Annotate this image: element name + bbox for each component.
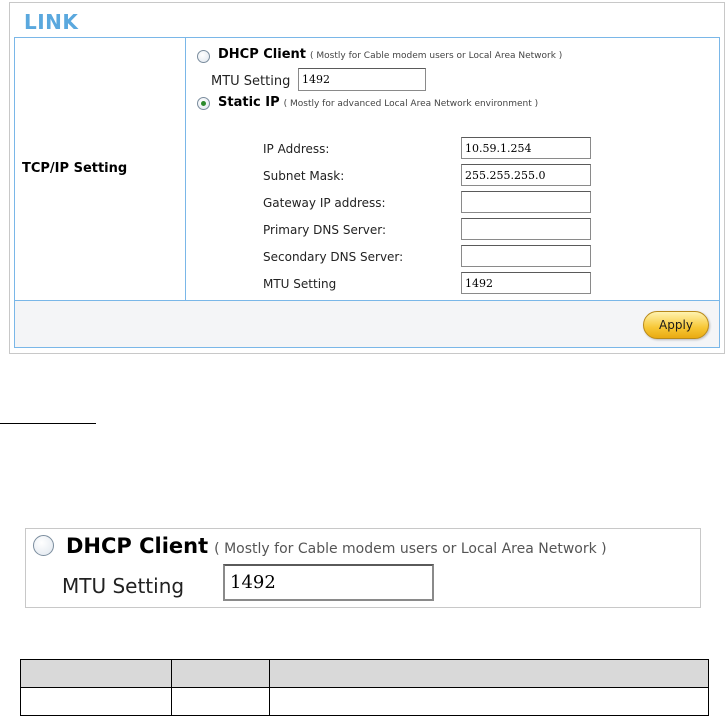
subnet-mask-label: Subnet Mask: (263, 169, 345, 183)
subnet-mask-input[interactable] (461, 164, 591, 186)
tcpip-settings-table: TCP/IP Setting DHCP Client( Mostly for C… (14, 37, 720, 348)
table-header-row (20, 659, 709, 688)
section-label-cell: TCP/IP Setting (15, 38, 186, 300)
zoom-dhcp-note: ( Mostly for Cable modem users or Local … (214, 541, 607, 557)
dhcp-note: ( Mostly for Cable modem users or Local … (310, 51, 563, 61)
static-ip-option-label[interactable]: Static IP( Mostly for advanced Local Are… (218, 95, 538, 110)
table-header-cell (20, 659, 172, 688)
dhcp-mtu-input[interactable] (298, 68, 426, 91)
dhcp-radio-icon[interactable] (197, 50, 210, 63)
table-cell (20, 687, 172, 716)
table-row (20, 687, 709, 716)
gateway-ip-label: Gateway IP address: (263, 196, 386, 210)
zoom-dhcp-radio-icon[interactable] (33, 535, 54, 556)
section-label: TCP/IP Setting (22, 161, 128, 176)
zoom-dhcp-option-label[interactable]: DHCP Client ( Mostly for Cable modem user… (66, 534, 607, 558)
table-cell (269, 687, 709, 716)
page-title: LINK (24, 10, 79, 34)
static-ip-radio-icon[interactable] (197, 97, 210, 110)
zoom-mtu-label: MTU Setting (62, 574, 185, 598)
table-header-cell (171, 659, 270, 688)
static-ip-title: Static IP (218, 95, 280, 110)
ip-address-label: IP Address: (263, 142, 330, 156)
empty-table (20, 659, 709, 716)
text-underline (0, 423, 96, 424)
static-ip-note: ( Mostly for advanced Local Area Network… (283, 99, 539, 109)
dhcp-mtu-label: MTU Setting (211, 74, 291, 89)
static-mtu-label: MTU Setting (263, 277, 337, 291)
secondary-dns-label: Secondary DNS Server: (263, 250, 404, 264)
dhcp-zoom-panel: DHCP Client ( Mostly for Cable modem user… (25, 528, 701, 608)
static-mtu-input[interactable] (461, 272, 591, 294)
secondary-dns-input[interactable] (461, 245, 591, 267)
zoom-mtu-input[interactable] (223, 564, 434, 601)
link-settings-panel: LINK TCP/IP Setting DHCP Client( Mostly … (9, 2, 725, 354)
table-header-cell (269, 659, 709, 688)
section-value-cell: DHCP Client( Mostly for Cable modem user… (187, 38, 719, 300)
zoom-dhcp-title: DHCP Client (66, 534, 209, 558)
gateway-ip-input[interactable] (461, 191, 591, 213)
ip-address-input[interactable] (461, 137, 591, 159)
apply-button[interactable]: Apply (643, 311, 709, 339)
primary-dns-input[interactable] (461, 218, 591, 240)
apply-row: Apply (15, 300, 719, 347)
dhcp-option-label[interactable]: DHCP Client( Mostly for Cable modem user… (218, 47, 562, 62)
table-cell (171, 687, 270, 716)
primary-dns-label: Primary DNS Server: (263, 223, 387, 237)
dhcp-title: DHCP Client (218, 47, 307, 62)
